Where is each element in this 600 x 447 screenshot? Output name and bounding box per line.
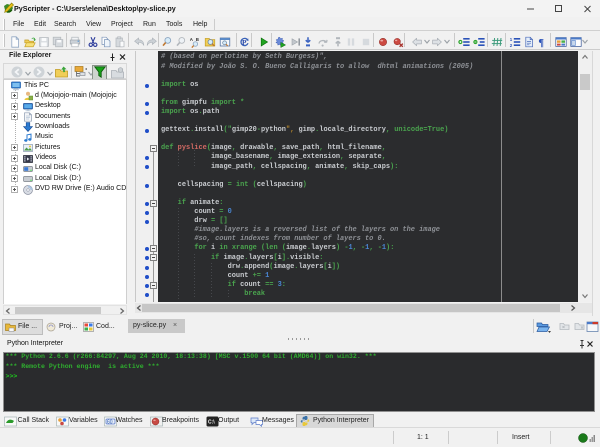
svg-text:A: A	[190, 36, 194, 41]
svg-text:¶: ¶	[538, 38, 544, 48]
svg-text:1: 1	[510, 37, 513, 42]
svg-text:P: P	[242, 38, 247, 46]
svg-text:B: B	[196, 36, 199, 41]
svg-text:2: 2	[510, 42, 513, 47]
svg-text:60: 60	[107, 419, 113, 425]
svg-text:C:\: C:\	[208, 419, 215, 425]
